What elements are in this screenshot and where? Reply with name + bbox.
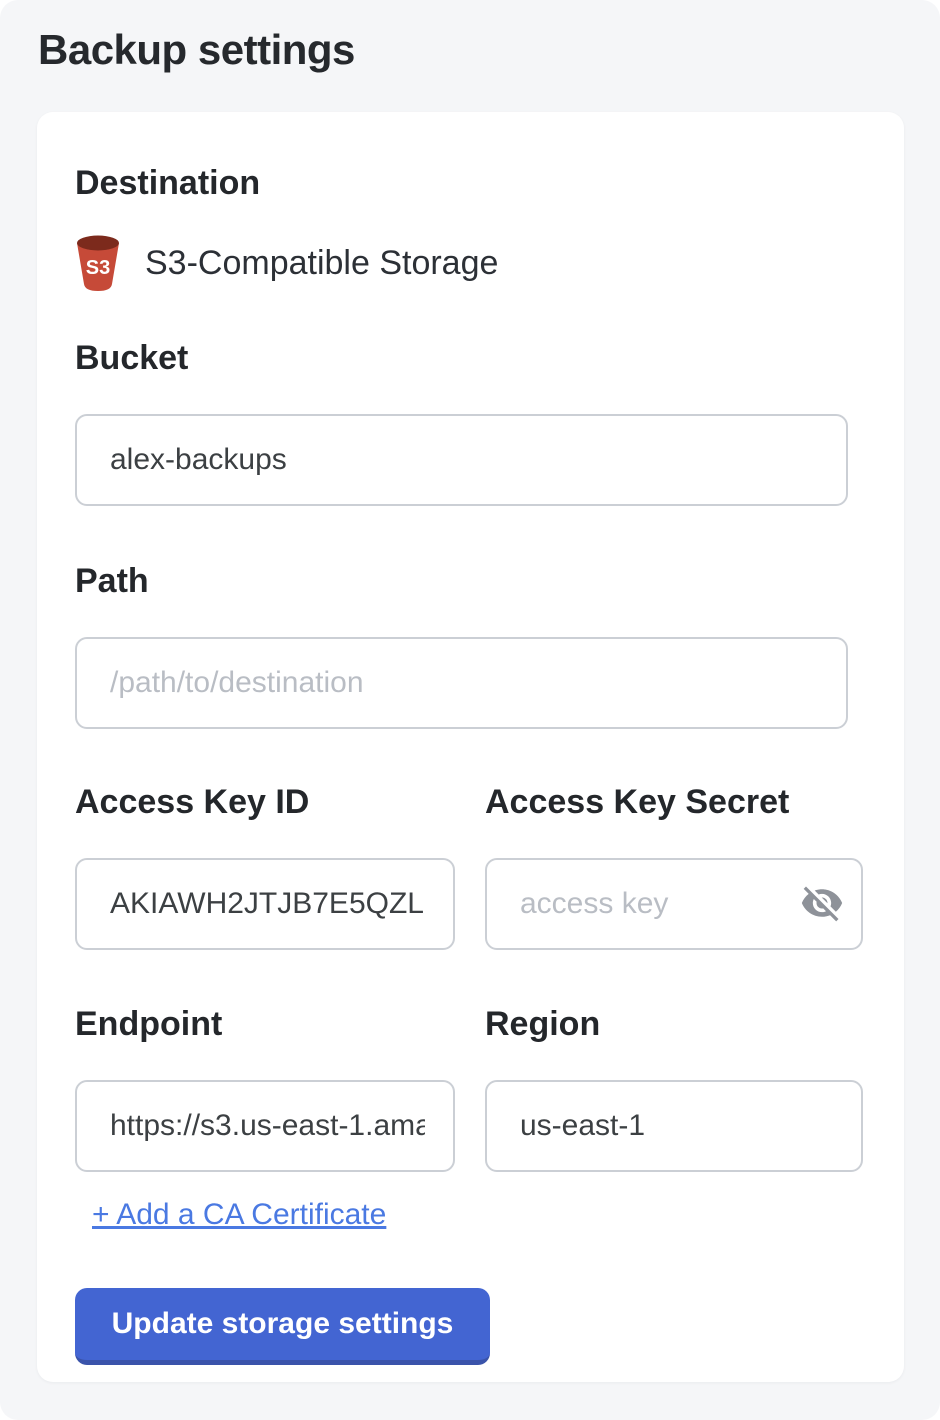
bucket-input[interactable]: [75, 414, 848, 506]
backup-settings-screen: Backup settings Destination S3 S3-Compat…: [0, 0, 940, 1420]
region-label: Region: [485, 1005, 863, 1044]
update-storage-settings-button[interactable]: Update storage settings: [75, 1288, 490, 1365]
access-key-id-label: Access Key ID: [75, 783, 455, 822]
destination-value: S3-Compatible Storage: [145, 244, 498, 283]
add-ca-certificate-link[interactable]: + Add a CA Certificate: [92, 1198, 386, 1232]
path-input[interactable]: [75, 637, 848, 729]
access-key-secret-field: [485, 858, 863, 950]
region-input[interactable]: [485, 1080, 863, 1172]
s3-bucket-icon: S3: [75, 234, 121, 292]
backup-settings-card: Destination S3 S3-Compatible Storage Buc…: [37, 112, 904, 1382]
path-label: Path: [75, 562, 904, 601]
destination-row: S3 S3-Compatible Storage: [75, 233, 904, 293]
endpoint-input[interactable]: [75, 1080, 455, 1172]
bucket-label: Bucket: [75, 339, 904, 378]
access-key-id-input[interactable]: [75, 858, 455, 950]
toggle-secret-visibility-button[interactable]: [799, 881, 845, 927]
endpoint-label: Endpoint: [75, 1005, 455, 1044]
destination-label: Destination: [75, 164, 904, 203]
s3-icon-text: S3: [86, 257, 110, 279]
eye-off-icon: [800, 913, 844, 928]
access-key-secret-label: Access Key Secret: [485, 783, 863, 822]
page-title: Backup settings: [38, 26, 355, 74]
